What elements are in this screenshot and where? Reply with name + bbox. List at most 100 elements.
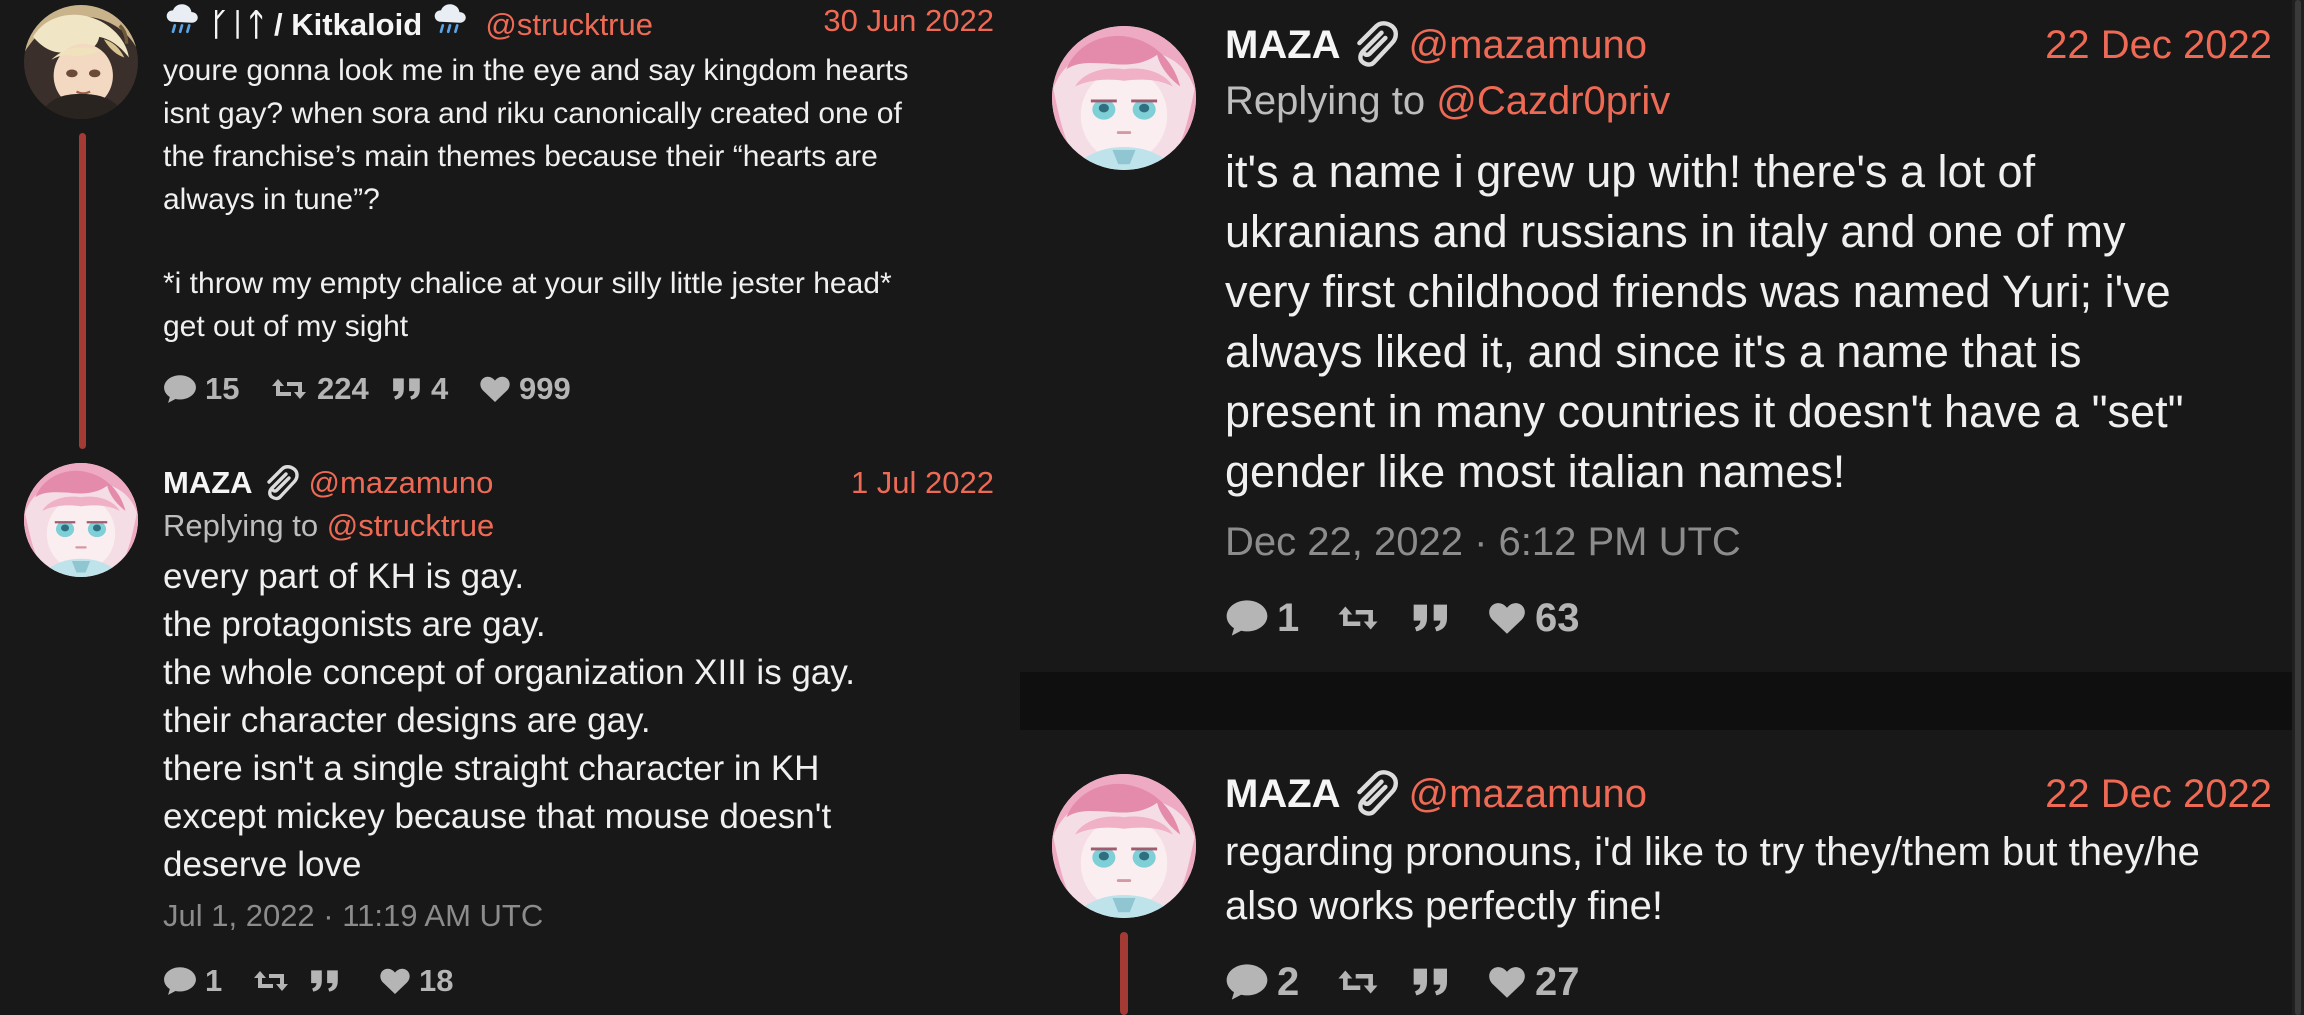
tweet-kitkaloid[interactable]: ᚴᛁᛏ / Kitkaloid @strucktrue 30 Jun 2022 … (0, 0, 1020, 460)
retweet-stat[interactable]: 224 (269, 371, 391, 407)
quote-icon (309, 968, 341, 994)
tweet-stats: 1 18 (163, 961, 453, 1001)
avatar-image (24, 463, 138, 577)
tweet-body-line: always in tune”? (163, 183, 380, 216)
quote-stat[interactable] (1411, 602, 1487, 634)
scrollbar[interactable] (2292, 0, 2304, 1015)
comment-icon (163, 374, 197, 404)
cloud-rain-icon (431, 2, 469, 38)
like-stat[interactable]: 63 (1487, 596, 1580, 641)
tweet-timestamp[interactable]: Jul 1, 2022 · 11:19 AM UTC (163, 896, 543, 936)
tweet-body-line: very first childhood friends was named Y… (1225, 266, 2171, 317)
comment-icon (163, 966, 197, 996)
display-name[interactable]: MAZA (163, 465, 253, 500)
paperclip-icon (1349, 770, 1401, 822)
left-thread-panel: ᚴᛁᛏ / Kitkaloid @strucktrue 30 Jun 2022 … (0, 0, 1020, 1015)
tweet-body-line: their character designs are gay. (163, 701, 651, 740)
username-link[interactable]: @mazamuno (309, 465, 494, 500)
quote-stat[interactable] (309, 968, 379, 994)
display-name[interactable]: ᚴᛁᛏ / Kitkaloid (210, 7, 423, 42)
replying-to-user-link[interactable]: @strucktrue (327, 508, 495, 543)
tweet-maza-pronouns[interactable]: MAZA @mazamuno 22 Dec 2022 regarding pron… (1020, 730, 2304, 1015)
retweet-stat[interactable] (251, 967, 309, 995)
tweet-body-line: the whole concept of organization XIII i… (163, 653, 855, 692)
like-stat[interactable]: 18 (379, 963, 453, 999)
heart-icon (379, 967, 411, 995)
paperclip-icon (1349, 21, 1401, 73)
tweet-body: every part of KH is gay. the protagonist… (163, 553, 855, 889)
tweet-header: MAZA @mazamuno (1225, 767, 1647, 822)
tweet-body-line: get out of my sight (163, 310, 409, 343)
comment-icon (1225, 599, 1269, 637)
username-link[interactable]: @strucktrue (485, 7, 653, 42)
tweet-date[interactable]: 22 Dec 2022 (2045, 767, 2272, 821)
tweet-maza-reply[interactable]: MAZA @mazamuno 1 Jul 2022 Replying to @st… (0, 455, 1020, 1015)
username-link[interactable]: @mazamuno (1409, 23, 1647, 67)
tweet-body-line: always liked it, and since it's a name t… (1225, 326, 2082, 377)
thread-line (1120, 932, 1128, 1015)
tweet-body-line: deserve love (163, 845, 362, 884)
avatar-image (1052, 774, 1196, 918)
tweet-date[interactable]: 1 Jul 2022 (851, 459, 994, 507)
tweet-body: youre gonna look me in the eye and say k… (163, 49, 908, 348)
tweet-header: MAZA @mazamuno (1225, 18, 1647, 73)
tweet-body-line: also works perfectly fine! (1225, 884, 1663, 928)
reply-stat[interactable]: 15 (163, 371, 269, 407)
avatar-maza[interactable] (1052, 774, 1196, 918)
retweet-icon (1335, 966, 1381, 998)
timeline-divider (1020, 672, 2304, 730)
quote-stat[interactable]: 4 (391, 371, 479, 407)
tweet-body-line: the franchise’s main themes because thei… (163, 140, 878, 173)
tweet-body-line: every part of KH is gay. (163, 557, 525, 596)
like-stat[interactable]: 999 (479, 371, 571, 407)
tweet-body-line: regarding pronouns, i'd like to try they… (1225, 830, 2200, 874)
replying-to: Replying to @Cazdr0priv (1225, 75, 1670, 127)
right-thread-panel: MAZA @mazamuno 22 Dec 2022 Replying to @C… (1020, 0, 2304, 1015)
like-stat[interactable]: 27 (1487, 960, 1580, 1005)
avatar-kitkaloid[interactable] (24, 5, 138, 119)
tweet-date[interactable]: 22 Dec 2022 (2045, 18, 2272, 72)
reply-stat[interactable]: 1 (1225, 596, 1335, 641)
avatar-maza[interactable] (24, 463, 138, 577)
tweet-header: ᚴᛁᛏ / Kitkaloid @strucktrue (163, 2, 653, 44)
tweet-body-line: youre gonna look me in the eye and say k… (163, 54, 909, 87)
retweet-icon (251, 967, 291, 995)
tweet-body-line: except mickey because that mouse doesn't (163, 797, 832, 836)
quote-stat[interactable] (1411, 966, 1487, 998)
tweet-body: it's a name i grew up with! there's a lo… (1225, 142, 2184, 502)
comment-icon (1225, 963, 1269, 1001)
scrollbar-thumb[interactable] (2295, 0, 2301, 1015)
tweet-maza-name[interactable]: MAZA @mazamuno 22 Dec 2022 Replying to @C… (1020, 0, 2304, 672)
retweet-stat[interactable] (1335, 602, 1411, 634)
display-name[interactable]: MAZA (1225, 772, 1341, 816)
replying-to: Replying to @strucktrue (163, 504, 494, 548)
tweet-header: MAZA @mazamuno (163, 459, 493, 507)
avatar-image (1052, 26, 1196, 170)
avatar-image (24, 5, 138, 119)
retweet-stat[interactable] (1335, 966, 1411, 998)
tweet-stats: 1 63 (1225, 592, 1580, 644)
retweet-icon (1335, 602, 1381, 634)
tweet-body-line: there isn't a single straight character … (163, 749, 820, 788)
tweet-timestamp[interactable]: Dec 22, 2022 · 6:12 PM UTC (1225, 516, 1741, 568)
tweet-body: regarding pronouns, i'd like to try they… (1225, 825, 2200, 933)
tweet-body-line: ukranians and russians in italy and one … (1225, 206, 2126, 257)
tweet-body-line: isnt gay? when sora and riku canonically… (163, 97, 902, 130)
avatar-maza[interactable] (1052, 26, 1196, 170)
tweet-stats: 15 224 4 999 (163, 369, 571, 409)
heart-icon (1487, 601, 1527, 635)
tweet-body-line: present in many countries it doesn't hav… (1225, 386, 2184, 437)
thread-line (79, 133, 86, 449)
tweet-body-line: gender like most italian names! (1225, 446, 1846, 497)
paperclip-icon (261, 465, 301, 505)
tweet-stats: 2 27 (1225, 956, 1580, 1008)
username-link[interactable]: @mazamuno (1409, 772, 1647, 816)
heart-icon (479, 375, 511, 403)
replying-to-user-link[interactable]: @Cazdr0priv (1436, 79, 1670, 123)
reply-stat[interactable]: 1 (163, 963, 251, 999)
tweet-date[interactable]: 30 Jun 2022 (823, 2, 994, 40)
quote-icon (391, 376, 423, 402)
tweet-body-line: *i throw my empty chalice at your silly … (163, 267, 892, 300)
display-name[interactable]: MAZA (1225, 23, 1341, 67)
reply-stat[interactable]: 2 (1225, 960, 1335, 1005)
